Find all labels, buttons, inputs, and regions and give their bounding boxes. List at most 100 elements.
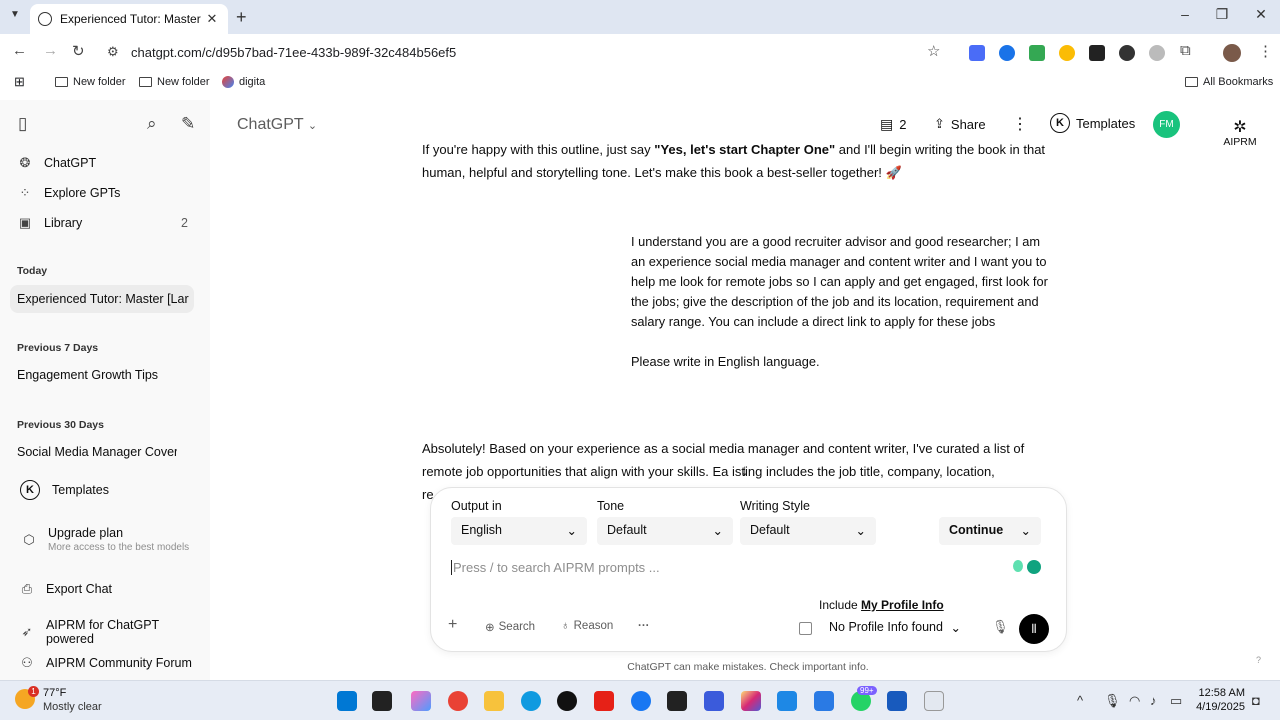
- continue-label: Continue: [949, 523, 1004, 537]
- share-button[interactable]: ⇪ Share: [934, 116, 986, 132]
- edge-icon[interactable]: [521, 691, 541, 711]
- forward-icon[interactable]: →: [43, 42, 58, 59]
- apps-grid-icon[interactable]: ⊞: [14, 74, 25, 90]
- new-tab-button[interactable]: +: [236, 7, 247, 28]
- youtube-icon[interactable]: [594, 691, 614, 711]
- extension-4-icon[interactable]: [1059, 45, 1075, 61]
- extension-3-icon[interactable]: [1029, 45, 1045, 61]
- wifi-icon[interactable]: ◠: [1129, 693, 1140, 709]
- bookmark-folder-2[interactable]: New folder: [139, 76, 210, 88]
- include-profile-label: Include My Profile Info: [819, 598, 944, 612]
- sidebar-item-explore-gpts[interactable]: ⁘ Explore GPTs: [18, 185, 121, 201]
- templates-header-button[interactable]: K Templates: [1050, 113, 1135, 133]
- profile-avatar-icon[interactable]: [1223, 44, 1241, 62]
- microphone-icon[interactable]: 🎙: [992, 619, 1009, 635]
- tray-overflow-icon[interactable]: ^: [1077, 693, 1083, 708]
- sidebar-item-chatgpt[interactable]: ❂ ChatGPT: [18, 155, 97, 171]
- tab-close-icon[interactable]: ✕: [204, 11, 220, 27]
- instagram-icon[interactable]: [741, 691, 761, 711]
- profile-select[interactable]: No Profile Info found ⌄: [821, 615, 969, 641]
- sidebar: ▯ ⌕ ✎ ❂ ChatGPT ⁘ Explore GPTs ▣ Library…: [0, 100, 210, 680]
- prompt-input[interactable]: Press / to search AIPRM prompts ...: [451, 560, 660, 575]
- voice-mode-button[interactable]: ⦀: [1019, 614, 1049, 644]
- aiprm-logo-text: AIPRM: [1223, 136, 1257, 148]
- all-bookmarks[interactable]: All Bookmarks: [1185, 76, 1273, 88]
- clock-time[interactable]: 12:58 AM: [1195, 687, 1245, 699]
- url-field[interactable]: chatgpt.com/c/d95b7bad-71ee-433b-989f-32…: [131, 45, 456, 60]
- site-info-icon[interactable]: ⚙: [107, 44, 119, 60]
- battery-icon[interactable]: ▭: [1170, 693, 1182, 709]
- bookmark-star-icon[interactable]: ☆: [927, 42, 940, 60]
- tiktok-icon[interactable]: [557, 691, 577, 711]
- aiprm-powered-link[interactable]: ➶ AIPRM for ChatGPT powered: [20, 618, 210, 646]
- documents-button[interactable]: ▤ 2: [880, 116, 906, 133]
- minimize-icon[interactable]: –: [1175, 6, 1195, 22]
- output-language-select[interactable]: English ⌄: [451, 517, 587, 545]
- maximize-icon[interactable]: ❐: [1212, 6, 1232, 23]
- conversation-item-active[interactable]: Experienced Tutor: Master [Lar: [10, 285, 194, 313]
- more-options-icon[interactable]: ⋮: [1012, 114, 1028, 134]
- add-attachment-icon[interactable]: +: [448, 616, 457, 634]
- upgrade-plan-button[interactable]: ⬡ Upgrade plan More access to the best m…: [22, 526, 189, 553]
- sidebar-item-library[interactable]: ▣ Library 2: [18, 215, 188, 231]
- notifications-icon[interactable]: ◘: [1252, 693, 1260, 708]
- more-tools-icon[interactable]: ···: [638, 620, 650, 632]
- bookmark-digita[interactable]: digita: [222, 76, 265, 88]
- tab-title: Experienced Tutor: Master [Lan: [60, 12, 204, 26]
- conversation-item[interactable]: Engagement Growth Tips: [17, 368, 177, 382]
- my-profile-info-link[interactable]: My Profile Info: [861, 598, 944, 612]
- tone-select[interactable]: Default ⌄: [597, 517, 733, 545]
- bookmark-folder-1[interactable]: New folder: [55, 76, 126, 88]
- chevron-down-icon: ⌄: [712, 524, 723, 538]
- browser-tab[interactable]: Experienced Tutor: Master [Lan ✕: [30, 4, 228, 34]
- browser-menu-icon[interactable]: ⋮: [1258, 42, 1273, 60]
- snipping-tool-icon[interactable]: [924, 691, 944, 711]
- new-chat-icon[interactable]: ✎: [181, 114, 195, 134]
- store-icon[interactable]: [814, 691, 834, 711]
- word-icon[interactable]: [887, 691, 907, 711]
- chrome-icon[interactable]: [448, 691, 468, 711]
- assistant-line: human, helpful and storytelling tone. Le…: [422, 165, 902, 180]
- sidebar-templates[interactable]: K Templates: [20, 480, 109, 500]
- clock-date[interactable]: 4/19/2025: [1195, 701, 1245, 713]
- model-selector[interactable]: ChatGPT ⌄: [237, 116, 317, 134]
- extension-1-icon[interactable]: [969, 45, 985, 61]
- extension-2-icon[interactable]: [999, 45, 1015, 61]
- export-chat-button[interactable]: ⎙ Export Chat: [20, 581, 112, 597]
- extension-5-icon[interactable]: [1089, 45, 1105, 61]
- back-icon[interactable]: ←: [12, 42, 27, 59]
- search-icon[interactable]: ⌕: [147, 114, 157, 134]
- extension-6-icon[interactable]: [1119, 45, 1135, 61]
- grammarly-icon[interactable]: [1027, 560, 1041, 574]
- conversation-item[interactable]: Social Media Manager Cover L: [17, 445, 177, 459]
- lightbulb-icon[interactable]: [1013, 560, 1023, 572]
- continue-button[interactable]: Continue ⌄: [939, 517, 1041, 545]
- reload-icon[interactable]: ↻: [72, 42, 85, 60]
- extension-7-icon[interactable]: [1149, 45, 1165, 61]
- include-profile-checkbox[interactable]: [799, 622, 812, 635]
- user-avatar[interactable]: FM: [1153, 111, 1180, 138]
- tab-search-icon[interactable]: ▼: [10, 9, 20, 20]
- app-icon[interactable]: [777, 691, 797, 711]
- aiprm-logo[interactable]: ✲ AIPRM: [1222, 120, 1258, 149]
- facebook-icon[interactable]: [631, 691, 651, 711]
- start-windows-icon[interactable]: [337, 691, 357, 711]
- task-view-icon[interactable]: [372, 691, 392, 711]
- writing-style-select[interactable]: Default ⌄: [740, 517, 876, 545]
- microphone-tray-icon[interactable]: 🎙: [1104, 693, 1121, 709]
- copilot-icon[interactable]: [411, 691, 431, 711]
- capcut-icon[interactable]: [667, 691, 687, 711]
- bookmark-label: digita: [239, 76, 266, 88]
- scroll-down-arrow-icon[interactable]: ↓: [741, 462, 749, 479]
- weather-temperature[interactable]: 77°F: [43, 687, 66, 699]
- volume-icon[interactable]: ♪: [1150, 693, 1157, 708]
- extensions-puzzle-icon[interactable]: ⧉: [1180, 42, 1191, 59]
- reason-tool-button[interactable]: ♁ Reason: [561, 620, 613, 632]
- sidebar-toggle-icon[interactable]: ▯: [18, 114, 27, 134]
- file-explorer-icon[interactable]: [484, 691, 504, 711]
- app-icon[interactable]: [704, 691, 724, 711]
- close-window-icon[interactable]: ✕: [1251, 6, 1271, 23]
- output-value: English: [461, 523, 502, 537]
- search-tool-button[interactable]: ⊕ Search: [485, 620, 535, 634]
- help-icon[interactable]: ?: [1256, 655, 1261, 665]
